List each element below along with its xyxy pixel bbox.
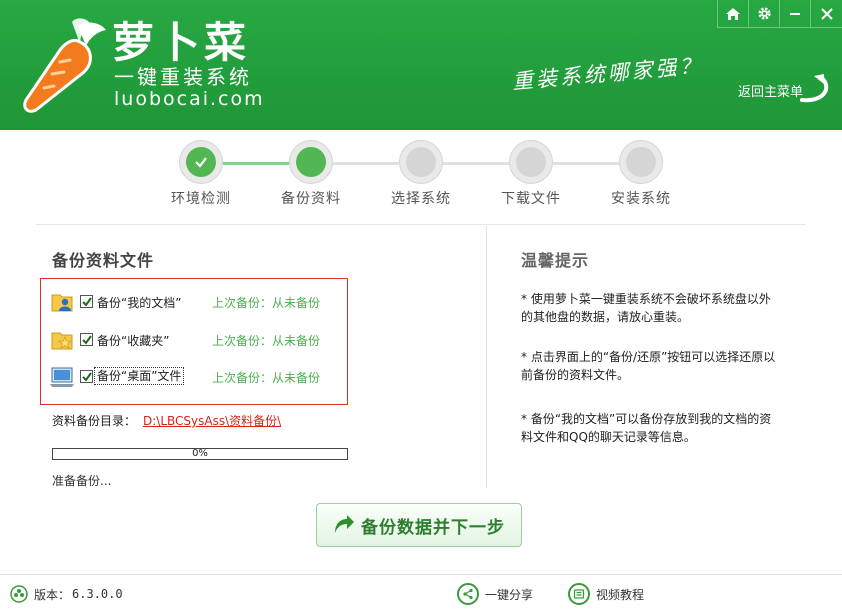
checkmark-icon	[195, 157, 207, 168]
step-dot	[406, 147, 436, 177]
step-dot	[296, 147, 326, 177]
video-icon	[568, 583, 590, 605]
video-tutorial-button[interactable]: 视频教程	[568, 583, 644, 605]
backup-and-next-label: 备份数据并下一步	[361, 517, 505, 538]
backup-progress-bar: 0%	[52, 448, 348, 460]
step-circle	[179, 140, 223, 184]
step-circle	[619, 140, 663, 184]
version-info: 版本： 6.3.0.0	[10, 585, 123, 603]
back-to-main-menu-button[interactable]: 返回主菜单	[738, 70, 833, 110]
backup-directory-link[interactable]: D:\LBCSysAss\资料备份\	[143, 412, 281, 429]
backup-item-label: 备份“我的文档”	[97, 296, 182, 310]
backup-item-label: 备份“桌面”文件	[94, 367, 185, 385]
gear-icon	[757, 7, 771, 20]
step-download-files: 下载文件	[473, 140, 583, 210]
step-label: 备份资料	[281, 191, 341, 207]
backup-directory-label: 资料备份目录：	[52, 414, 137, 428]
checkbox-my-documents[interactable]	[80, 295, 93, 308]
brand-name: 萝卜菜	[112, 18, 251, 67]
version-number: 6.3.0.0	[72, 587, 123, 601]
backup-status-text: 准备备份...	[52, 474, 112, 488]
tip-item: * 点击界面上的“备份/还原”按钮可以选择还原以前备份的资料文件。	[521, 350, 776, 382]
share-icon	[457, 583, 479, 605]
footer: 版本： 6.3.0.0 一键分享 视频教程	[0, 575, 842, 614]
home-icon	[726, 7, 740, 20]
step-label: 环境检测	[171, 191, 231, 207]
step-circle	[399, 140, 443, 184]
return-arrow-icon	[800, 74, 829, 103]
step-dot	[626, 147, 656, 177]
step-label: 下载文件	[501, 191, 561, 207]
step-dot	[186, 147, 216, 177]
backup-item-status: 上次备份：从未备份	[212, 334, 321, 348]
step-environment-check: 环境检测	[143, 140, 253, 210]
checkbox-favorites[interactable]	[80, 333, 93, 346]
backup-row-my-documents: 备份“我的文档” 上次备份：从未备份	[50, 289, 340, 315]
tip-item: * 备份“我的文档”可以备份存放到我的文档的资料文件和QQ的聊天记录等信息。	[521, 412, 772, 444]
settings-button[interactable]	[749, 0, 780, 28]
backup-item-status: 上次备份：从未备份	[212, 296, 321, 310]
checkmark-icon	[81, 334, 92, 345]
step-install-system: 安装系统	[583, 140, 693, 210]
steps-divider	[36, 224, 806, 225]
version-label: 版本：	[34, 587, 71, 602]
home-button[interactable]	[718, 0, 749, 28]
backup-item-label: 备份“收藏夹”	[97, 334, 170, 348]
carrot-logo-icon	[23, 18, 106, 113]
brand-subtitle: 一键重装系统	[114, 65, 252, 89]
step-dot	[516, 147, 546, 177]
checkbox-desktop[interactable]	[80, 370, 93, 383]
step-label: 选择系统	[391, 191, 451, 207]
window-controls	[717, 0, 842, 28]
step-select-system: 选择系统	[363, 140, 473, 210]
brand-url: luobocai.com	[114, 88, 265, 110]
checkmark-icon	[81, 296, 92, 307]
step-circle	[509, 140, 553, 184]
backup-section-title: 备份资料文件	[52, 251, 155, 270]
video-label: 视频教程	[596, 587, 645, 602]
panel-divider	[486, 226, 487, 488]
backup-row-favorites: 备份“收藏夹” 上次备份：从未备份	[50, 327, 340, 353]
backup-row-desktop: 备份“桌面”文件 上次备份：从未备份	[50, 364, 340, 390]
clover-icon	[10, 585, 28, 603]
slogan: 重装系统哪家强？	[511, 53, 705, 94]
favorites-folder-icon	[51, 332, 73, 350]
header-banner: 萝卜菜 一键重装系统 luobocai.com 重装系统哪家强？ 返回主菜单	[0, 0, 842, 130]
step-label: 安装系统	[611, 191, 671, 207]
tip-item: * 使用萝卜菜一键重装系统不会破坏系统盘以外的其他盘的数据，请放心重装。	[521, 292, 771, 324]
user-folder-icon	[51, 294, 73, 312]
step-backup-data: 备份资料	[253, 140, 363, 210]
step-circle	[289, 140, 333, 184]
progress-text: 0%	[192, 448, 208, 459]
one-click-share-button[interactable]: 一键分享	[457, 583, 533, 605]
close-button[interactable]	[811, 0, 842, 28]
checkmark-icon	[81, 371, 92, 382]
backup-and-next-button[interactable]: 备份数据并下一步	[316, 503, 522, 547]
share-label: 一键分享	[485, 587, 534, 602]
minimize-button[interactable]	[780, 0, 811, 28]
forward-arrow-icon	[335, 515, 354, 533]
minimize-icon	[790, 12, 800, 15]
desktop-icon	[50, 367, 74, 387]
tips-title: 温馨提示	[521, 251, 590, 270]
backup-item-status: 上次备份：从未备份	[212, 371, 321, 385]
close-icon	[820, 7, 833, 20]
